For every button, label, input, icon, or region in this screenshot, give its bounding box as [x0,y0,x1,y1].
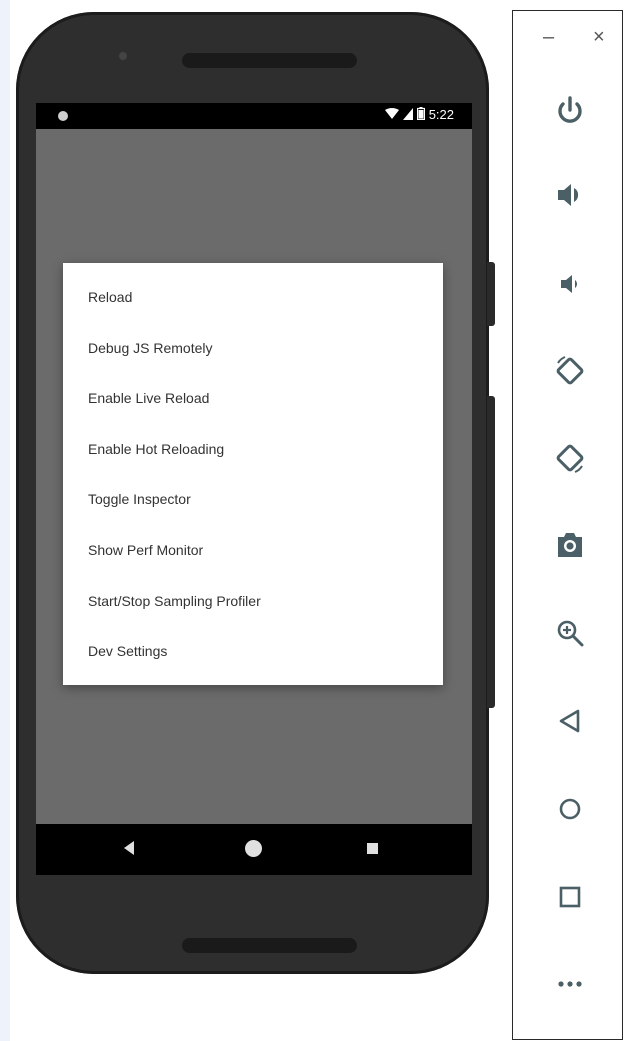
more-button[interactable] [546,960,594,1008]
navigation-bar [36,824,472,875]
menu-item-enable-live-reload[interactable]: Enable Live Reload [63,373,443,423]
battery-icon [416,107,425,122]
zoom-button[interactable] [546,609,594,657]
status-time: 5:22 [428,107,454,122]
menu-item-enable-hot-reloading[interactable]: Enable Hot Reloading [63,424,443,474]
bottom-speaker [182,938,357,953]
emulator-toolbar: – × [512,10,623,1040]
more-icon [558,981,582,987]
screenshot-button[interactable] [546,521,594,569]
back-icon [559,709,580,733]
wifi-icon [384,107,399,122]
zoom-icon [557,620,584,647]
menu-item-debug-js-remotely[interactable]: Debug JS Remotely [63,323,443,373]
power-icon [558,96,582,123]
front-camera [119,52,127,60]
overview-icon [559,886,581,908]
volume-side-button [487,396,495,708]
rotate-left-button[interactable] [546,347,594,395]
signal-icon [402,107,413,122]
volume-up-button[interactable] [546,171,594,219]
close-button[interactable]: × [593,27,605,47]
power-button[interactable] [546,87,594,135]
rotate-left-icon [556,356,584,385]
home-button[interactable] [546,785,594,833]
earpiece-speaker [182,53,357,68]
volume-down-icon [561,275,577,293]
nav-back-icon[interactable] [124,841,134,855]
emulator-window: 5:22 Reload Debug JS Remotely Enable Liv… [0,0,625,1041]
status-icons: 5:22 [384,107,454,122]
overview-button[interactable] [546,873,594,921]
menu-item-dev-settings[interactable]: Dev Settings [63,626,443,676]
status-bar: 5:22 [36,103,472,129]
app-content-area: Reload Debug JS Remotely Enable Live Rel… [36,129,472,824]
home-icon [559,798,581,820]
minimize-button[interactable]: – [543,27,554,47]
rotate-right-button[interactable] [546,434,594,482]
power-side-button [487,262,495,326]
menu-item-reload[interactable]: Reload [63,272,443,322]
rotate-right-icon [556,444,584,473]
dev-menu-dialog: Reload Debug JS Remotely Enable Live Rel… [63,263,443,685]
phone-screen: 5:22 Reload Debug JS Remotely Enable Liv… [36,103,472,875]
window-controls: – × [513,27,621,57]
nav-home-icon[interactable] [245,840,262,857]
volume-down-button[interactable] [546,260,594,308]
nav-recents-icon[interactable] [367,843,378,854]
volume-up-icon [558,184,579,206]
notification-dot-icon [58,111,68,121]
back-button[interactable] [546,697,594,745]
window-border [0,0,10,1041]
menu-item-show-perf-monitor[interactable]: Show Perf Monitor [63,525,443,575]
camera-icon [558,533,582,557]
menu-item-sampling-profiler[interactable]: Start/Stop Sampling Profiler [63,576,443,626]
menu-item-toggle-inspector[interactable]: Toggle Inspector [63,474,443,524]
